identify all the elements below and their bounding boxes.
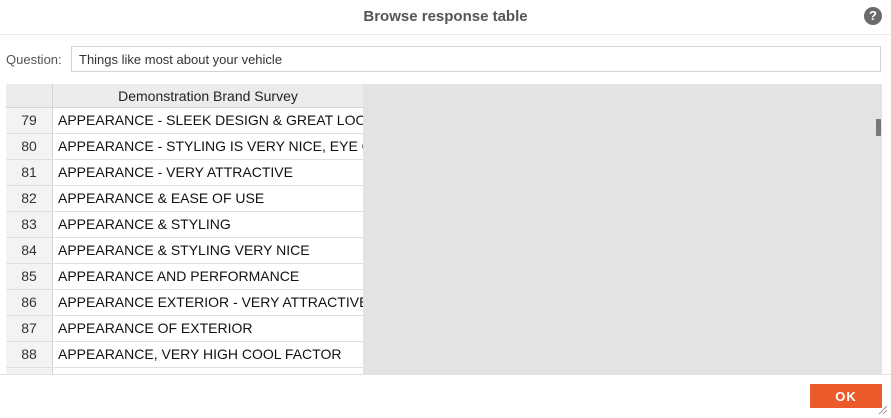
vertical-scrollbar-thumb[interactable] [876,119,881,136]
row-number: 81 [6,160,53,185]
row-number: 85 [6,264,53,289]
table-row[interactable]: 87 APPEARANCE OF EXTERIOR [6,316,363,342]
resize-grip-icon[interactable] [876,403,888,415]
table-row[interactable]: 84 APPEARANCE & STYLING VERY NICE [6,238,363,264]
help-icon[interactable]: ? [864,7,882,25]
row-number: 82 [6,186,53,211]
question-field[interactable] [71,46,881,72]
response-cell[interactable]: APPEARANCE EXTERIOR - VERY ATTRACTIVE OV… [53,290,363,315]
table-row[interactable]: 88 APPEARANCE, VERY HIGH COOL FACTOR [6,342,363,368]
ok-button[interactable]: OK [810,384,882,408]
table-row[interactable]: 82 APPEARANCE & EASE OF USE [6,186,363,212]
dialog-footer [0,374,891,418]
row-number: 79 [6,108,53,133]
response-cell[interactable]: APPEARANCE & EASE OF USE [53,186,363,211]
table-row[interactable]: 79 APPEARANCE - SLEEK DESIGN & GREAT LOO… [6,108,363,134]
table-row[interactable]: 81 APPEARANCE - VERY ATTRACTIVE [6,160,363,186]
header-corner-cell [6,84,53,107]
table-row[interactable]: 80 APPEARANCE - STYLING IS VERY NICE, EY… [6,134,363,160]
response-cell[interactable]: APPEARANCE - STYLING IS VERY NICE, EYE C… [53,134,363,159]
column-header[interactable]: Demonstration Brand Survey [53,84,363,107]
response-cell[interactable]: APPEARANCE & STYLING [53,212,363,237]
row-number: 86 [6,290,53,315]
row-number: 88 [6,342,53,367]
response-column: Demonstration Brand Survey 79 APPEARANCE… [6,84,363,374]
table-row[interactable]: 83 APPEARANCE & STYLING [6,212,363,238]
row-number: 80 [6,134,53,159]
dialog-titlebar: Browse response table ? [0,0,891,35]
response-cell[interactable]: APPEARANCE OF EXTERIOR [53,316,363,341]
response-cell[interactable]: APPEARANCE & STYLING VERY NICE [53,238,363,263]
response-cell[interactable]: APPEARANCE AND PERFORMANCE [53,264,363,289]
response-cell[interactable]: APPEARANCE, VERY HIGH COOL FACTOR [53,342,363,367]
row-number: 84 [6,238,53,263]
response-table[interactable]: Demonstration Brand Survey 79 APPEARANCE… [6,84,882,374]
dialog-title: Browse response table [363,8,528,25]
table-row[interactable]: 86 APPEARANCE EXTERIOR - VERY ATTRACTIVE… [6,290,363,316]
table-header: Demonstration Brand Survey [6,84,363,108]
response-cell[interactable]: APPEARANCE - SLEEK DESIGN & GREAT LOOKS [53,108,363,133]
table-row[interactable]: 85 APPEARANCE AND PERFORMANCE [6,264,363,290]
row-number: 87 [6,316,53,341]
row-number: 83 [6,212,53,237]
question-label: Question: [6,52,62,67]
response-cell[interactable]: APPEARANCE - VERY ATTRACTIVE [53,160,363,185]
